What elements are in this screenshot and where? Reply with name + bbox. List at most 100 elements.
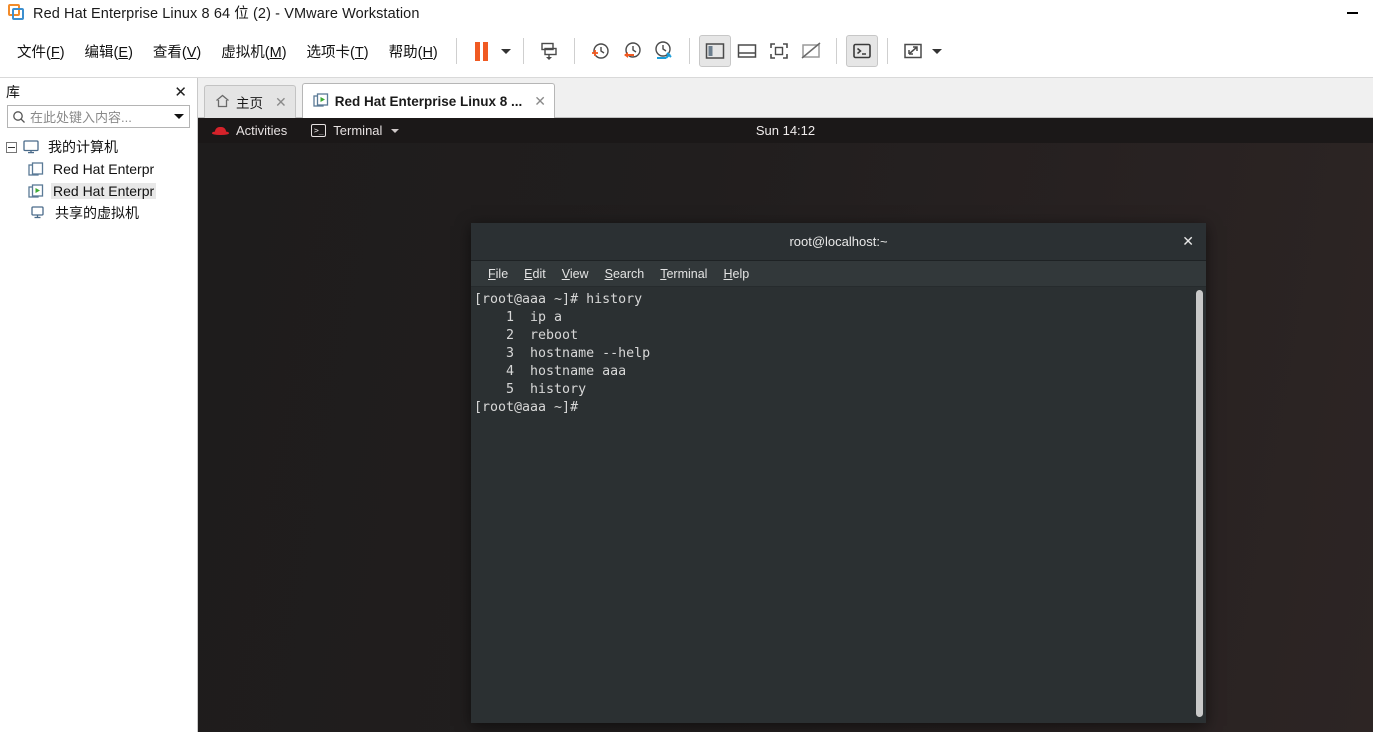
menu-vm[interactable]: 虚拟机(M)	[212, 38, 295, 65]
red-hat-icon	[212, 125, 229, 136]
tree-item-vm-1[interactable]: Red Hat Enterpr	[0, 158, 197, 180]
menu-view[interactable]: 查看(V)	[144, 38, 210, 65]
tab-home[interactable]: 主页 ✕	[204, 85, 296, 118]
window-controls	[1331, 0, 1373, 25]
window-title: Red Hat Enterprise Linux 8 64 位 (2) - VM…	[33, 6, 420, 22]
gnome-top-bar: Activities >_ Terminal Sun 14:12	[198, 118, 1373, 143]
shared-vms-icon	[30, 205, 48, 221]
menu-toolbar: 文件(F) 编辑(E) 查看(V) 虚拟机(M) 选项卡(T) 帮助(H)	[0, 25, 1373, 78]
search-input[interactable]: 在此处键入内容...	[30, 107, 169, 126]
toolbar-separator	[573, 38, 575, 64]
vmware-workstation-window: Red Hat Enterprise Linux 8 64 位 (2) - VM…	[0, 0, 1373, 732]
library-title: 库	[6, 83, 20, 100]
terminal-menu-terminal[interactable]: Terminal	[660, 267, 707, 281]
library-search-box[interactable]: 在此处键入内容...	[7, 105, 190, 128]
tab-label: Red Hat Enterprise Linux 8 ...	[334, 94, 523, 109]
full-screen-icon	[769, 43, 788, 59]
library-close-button[interactable]: ✕	[172, 83, 189, 101]
revert-snapshot-button[interactable]	[616, 35, 648, 67]
toolbar-separator	[522, 38, 524, 64]
menu-help[interactable]: 帮助(H)	[380, 38, 447, 65]
library-tree: 我的计算机 Red Hat Enterpr Red Hat Enterpr 共享…	[0, 136, 197, 224]
tree-item-label: Red Hat Enterpr	[51, 183, 157, 199]
collapse-minus-icon[interactable]	[6, 141, 17, 153]
terminal-output-text: [root@aaa ~]# history 1 ip a 2 reboot 3 …	[474, 292, 651, 415]
activities-label: Activities	[236, 123, 288, 138]
pause-icon	[475, 41, 489, 61]
toolbar-separator	[886, 38, 888, 64]
activities-button[interactable]: Activities	[212, 123, 287, 138]
tab-strip: 主页 ✕ Red Hat Enterprise Linux 8 ... ✕	[198, 78, 1373, 119]
stretch-dropdown-button[interactable]	[929, 35, 945, 67]
menu-edit[interactable]: 编辑(E)	[76, 38, 142, 65]
terminal-window[interactable]: root@localhost:~ ✕ File Edit View Search…	[471, 223, 1206, 723]
send-ctrl-alt-del-button[interactable]	[533, 35, 565, 67]
minimize-icon	[1346, 11, 1358, 14]
search-icon	[8, 110, 30, 124]
vmware-logo-icon	[8, 4, 25, 21]
chevron-down-icon	[500, 48, 511, 54]
tree-item-label: 我的计算机	[48, 139, 118, 155]
terminal-menu-view[interactable]: View	[562, 267, 589, 281]
unity-mode-icon	[801, 42, 821, 59]
minimize-button[interactable]	[1331, 0, 1373, 25]
home-icon	[215, 94, 230, 111]
chevron-down-icon	[931, 48, 942, 54]
chevron-down-icon	[391, 128, 400, 133]
tab-close-button[interactable]: ✕	[275, 94, 287, 111]
tree-item-vm-2[interactable]: Red Hat Enterpr	[0, 180, 197, 202]
console-view-icon	[852, 43, 871, 59]
window-titlebar: Red Hat Enterprise Linux 8 64 位 (2) - VM…	[0, 0, 1373, 25]
tab-close-button[interactable]: ✕	[534, 93, 546, 110]
tab-rhel-vm[interactable]: Red Hat Enterprise Linux 8 ... ✕	[301, 83, 556, 119]
terminal-output-area[interactable]: [root@aaa ~]# history 1 ip a 2 reboot 3 …	[471, 287, 1206, 723]
scrollbar-thumb[interactable]	[1196, 290, 1203, 717]
chevron-down-icon	[174, 114, 184, 119]
menu-file[interactable]: 文件(F)	[8, 38, 74, 65]
app-menu-button[interactable]: >_ Terminal	[311, 123, 400, 138]
revert-snapshot-icon	[623, 42, 641, 58]
tree-item-label: Red Hat Enterpr	[53, 161, 155, 177]
snapshot-manager-button[interactable]	[648, 35, 680, 67]
library-sidebar: 库 ✕ 在此处键入内容... 我的计算机 Red Hat Enterpr Red…	[0, 78, 198, 732]
toolbar-separator	[688, 38, 690, 64]
show-thumbnail-bar-button[interactable]	[731, 35, 763, 67]
suspend-button[interactable]	[466, 35, 498, 67]
snapshot-manager-icon	[655, 41, 672, 59]
vm-running-icon	[313, 92, 329, 111]
search-dropdown-button[interactable]	[169, 114, 189, 119]
vm-guest-display[interactable]: Activities >_ Terminal Sun 14:12 root@lo…	[198, 118, 1373, 732]
app-menu-label: Terminal	[333, 123, 383, 138]
tree-item-my-computer[interactable]: 我的计算机	[0, 136, 197, 158]
tab-label: 主页	[236, 96, 263, 111]
unity-mode-button[interactable]	[795, 35, 827, 67]
terminal-icon: >_	[311, 124, 327, 137]
enter-full-screen-button[interactable]	[763, 35, 795, 67]
stretch-guest-button[interactable]	[897, 35, 929, 67]
show-thumbnail-bar-icon	[737, 44, 757, 58]
show-library-button[interactable]	[698, 35, 731, 67]
terminal-title: root@localhost:~	[789, 234, 888, 249]
terminal-menu-help[interactable]: Help	[723, 267, 749, 281]
terminal-close-button[interactable]: ✕	[1182, 223, 1194, 260]
show-library-icon	[705, 43, 725, 59]
terminal-titlebar: root@localhost:~ ✕	[471, 223, 1206, 261]
console-view-button[interactable]	[845, 35, 878, 67]
suspend-dropdown-button[interactable]	[498, 35, 514, 67]
terminal-menu-search[interactable]: Search	[605, 267, 645, 281]
take-snapshot-icon	[591, 43, 609, 59]
send-ctrl-alt-del-icon	[541, 42, 557, 60]
my-computer-icon	[23, 139, 41, 155]
tree-item-shared-vms[interactable]: 共享的虚拟机	[0, 202, 197, 224]
terminal-menubar: File Edit View Search Terminal Help	[471, 261, 1206, 287]
toolbar-separator	[455, 38, 457, 64]
vm-running-icon	[28, 183, 46, 199]
library-header: 库 ✕	[0, 78, 197, 105]
take-snapshot-button[interactable]	[584, 35, 616, 67]
toolbar-separator	[835, 38, 837, 64]
terminal-menu-edit[interactable]: Edit	[524, 267, 546, 281]
terminal-menu-file[interactable]: File	[488, 267, 508, 281]
menu-tabs[interactable]: 选项卡(T)	[298, 38, 378, 65]
vm-stopped-icon	[28, 161, 46, 177]
vertical-scrollbar[interactable]	[1196, 290, 1203, 717]
